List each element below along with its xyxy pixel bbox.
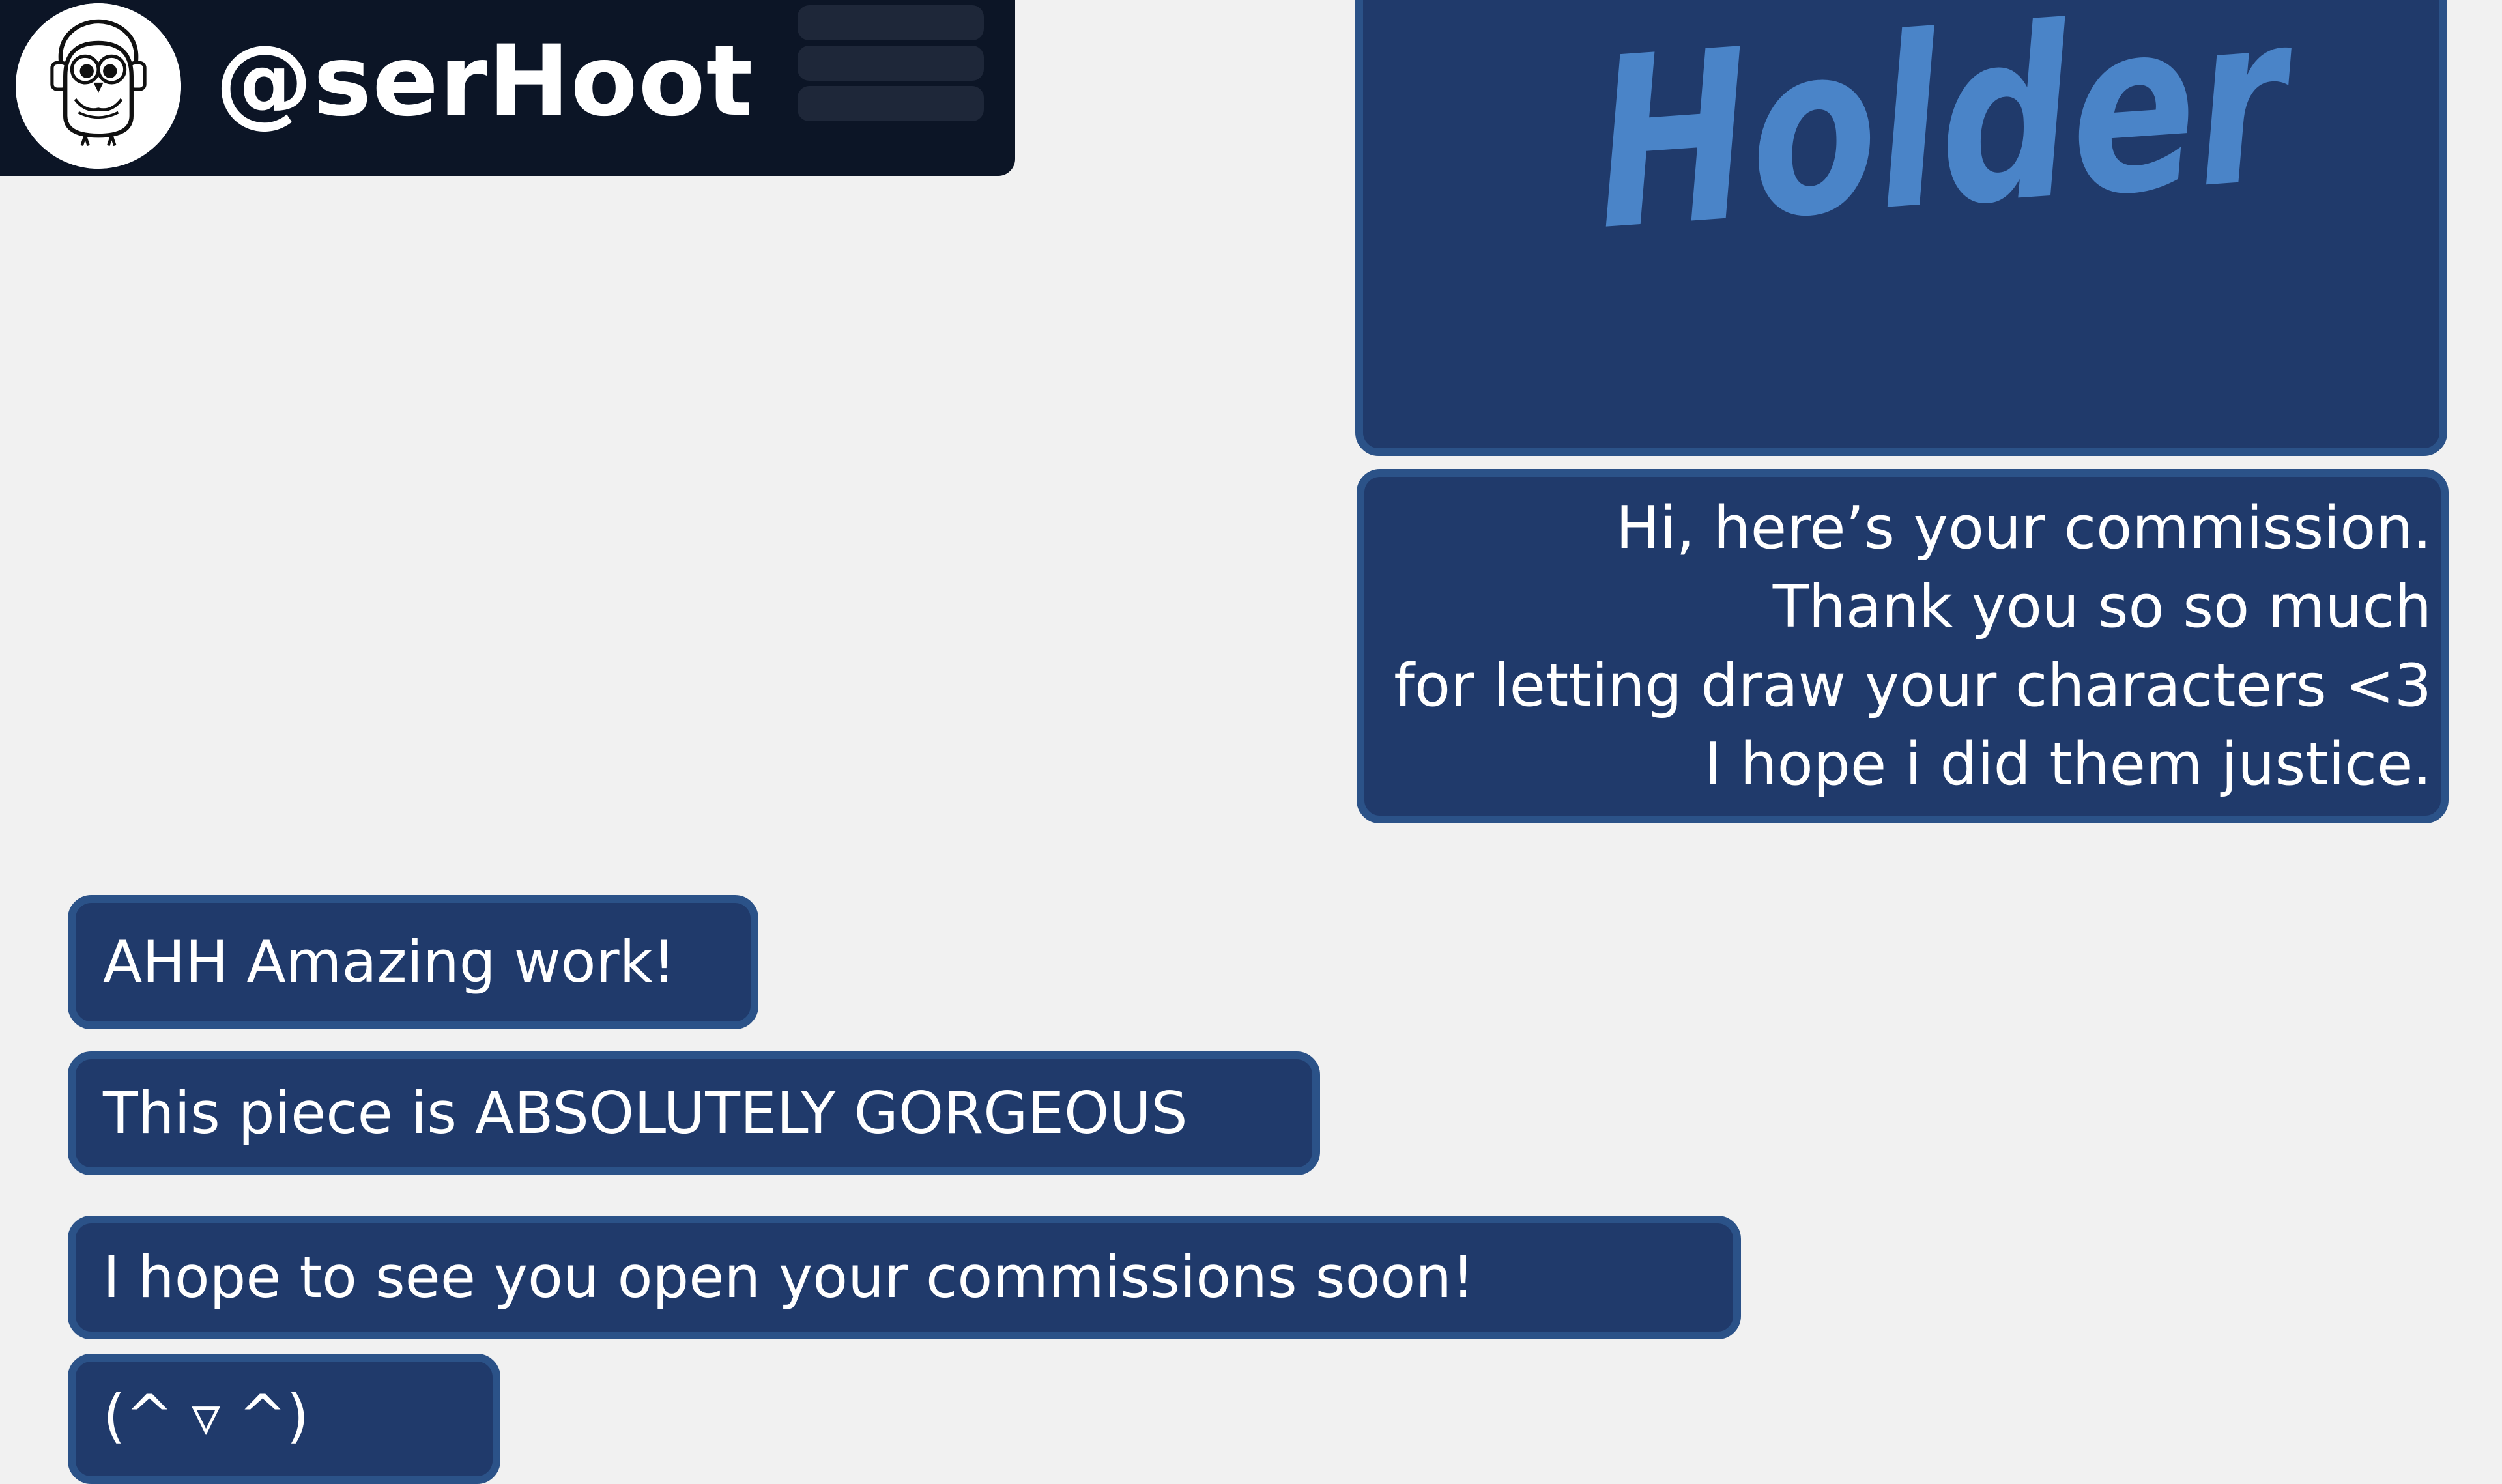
message-text: I hope to see you open your commissions … — [103, 1244, 1475, 1311]
message-text: (^ ▿ ^) — [103, 1382, 309, 1449]
menu-bar — [798, 86, 984, 121]
message-line: for letting draw your characters <3 — [1394, 651, 2432, 720]
received-message: This piece is ABSOLUTELY GORGEOUS — [68, 1051, 1320, 1175]
message-text: This piece is ABSOLUTELY GORGEOUS — [103, 1079, 1188, 1147]
received-message: I hope to see you open your commissions … — [68, 1216, 1741, 1339]
chat-header: @serHoot — [0, 0, 1015, 176]
message-text: AHH Amazing work! — [103, 928, 676, 995]
sent-message: Hi, here’s your commission. Thank you so… — [1357, 469, 2449, 823]
artwork-image: Holder — [1587, 0, 2305, 282]
username-label: @serHoot — [215, 25, 754, 138]
message-line: I hope i did them justice. — [1704, 730, 2432, 799]
message-line: Thank you so so much — [1772, 573, 2432, 641]
message-line: Hi, here’s your commission. — [1615, 494, 2432, 562]
hamburger-menu-icon[interactable] — [798, 5, 984, 122]
artwork-placeholder-text: Holder — [1587, 0, 2305, 282]
menu-bar — [798, 5, 984, 40]
sent-image-message[interactable]: Holder — [1355, 0, 2447, 456]
received-message: AHH Amazing work! — [68, 895, 758, 1029]
menu-bar — [798, 46, 984, 81]
received-message: (^ ▿ ^) — [68, 1354, 500, 1484]
owl-avatar-icon[interactable] — [16, 3, 181, 169]
